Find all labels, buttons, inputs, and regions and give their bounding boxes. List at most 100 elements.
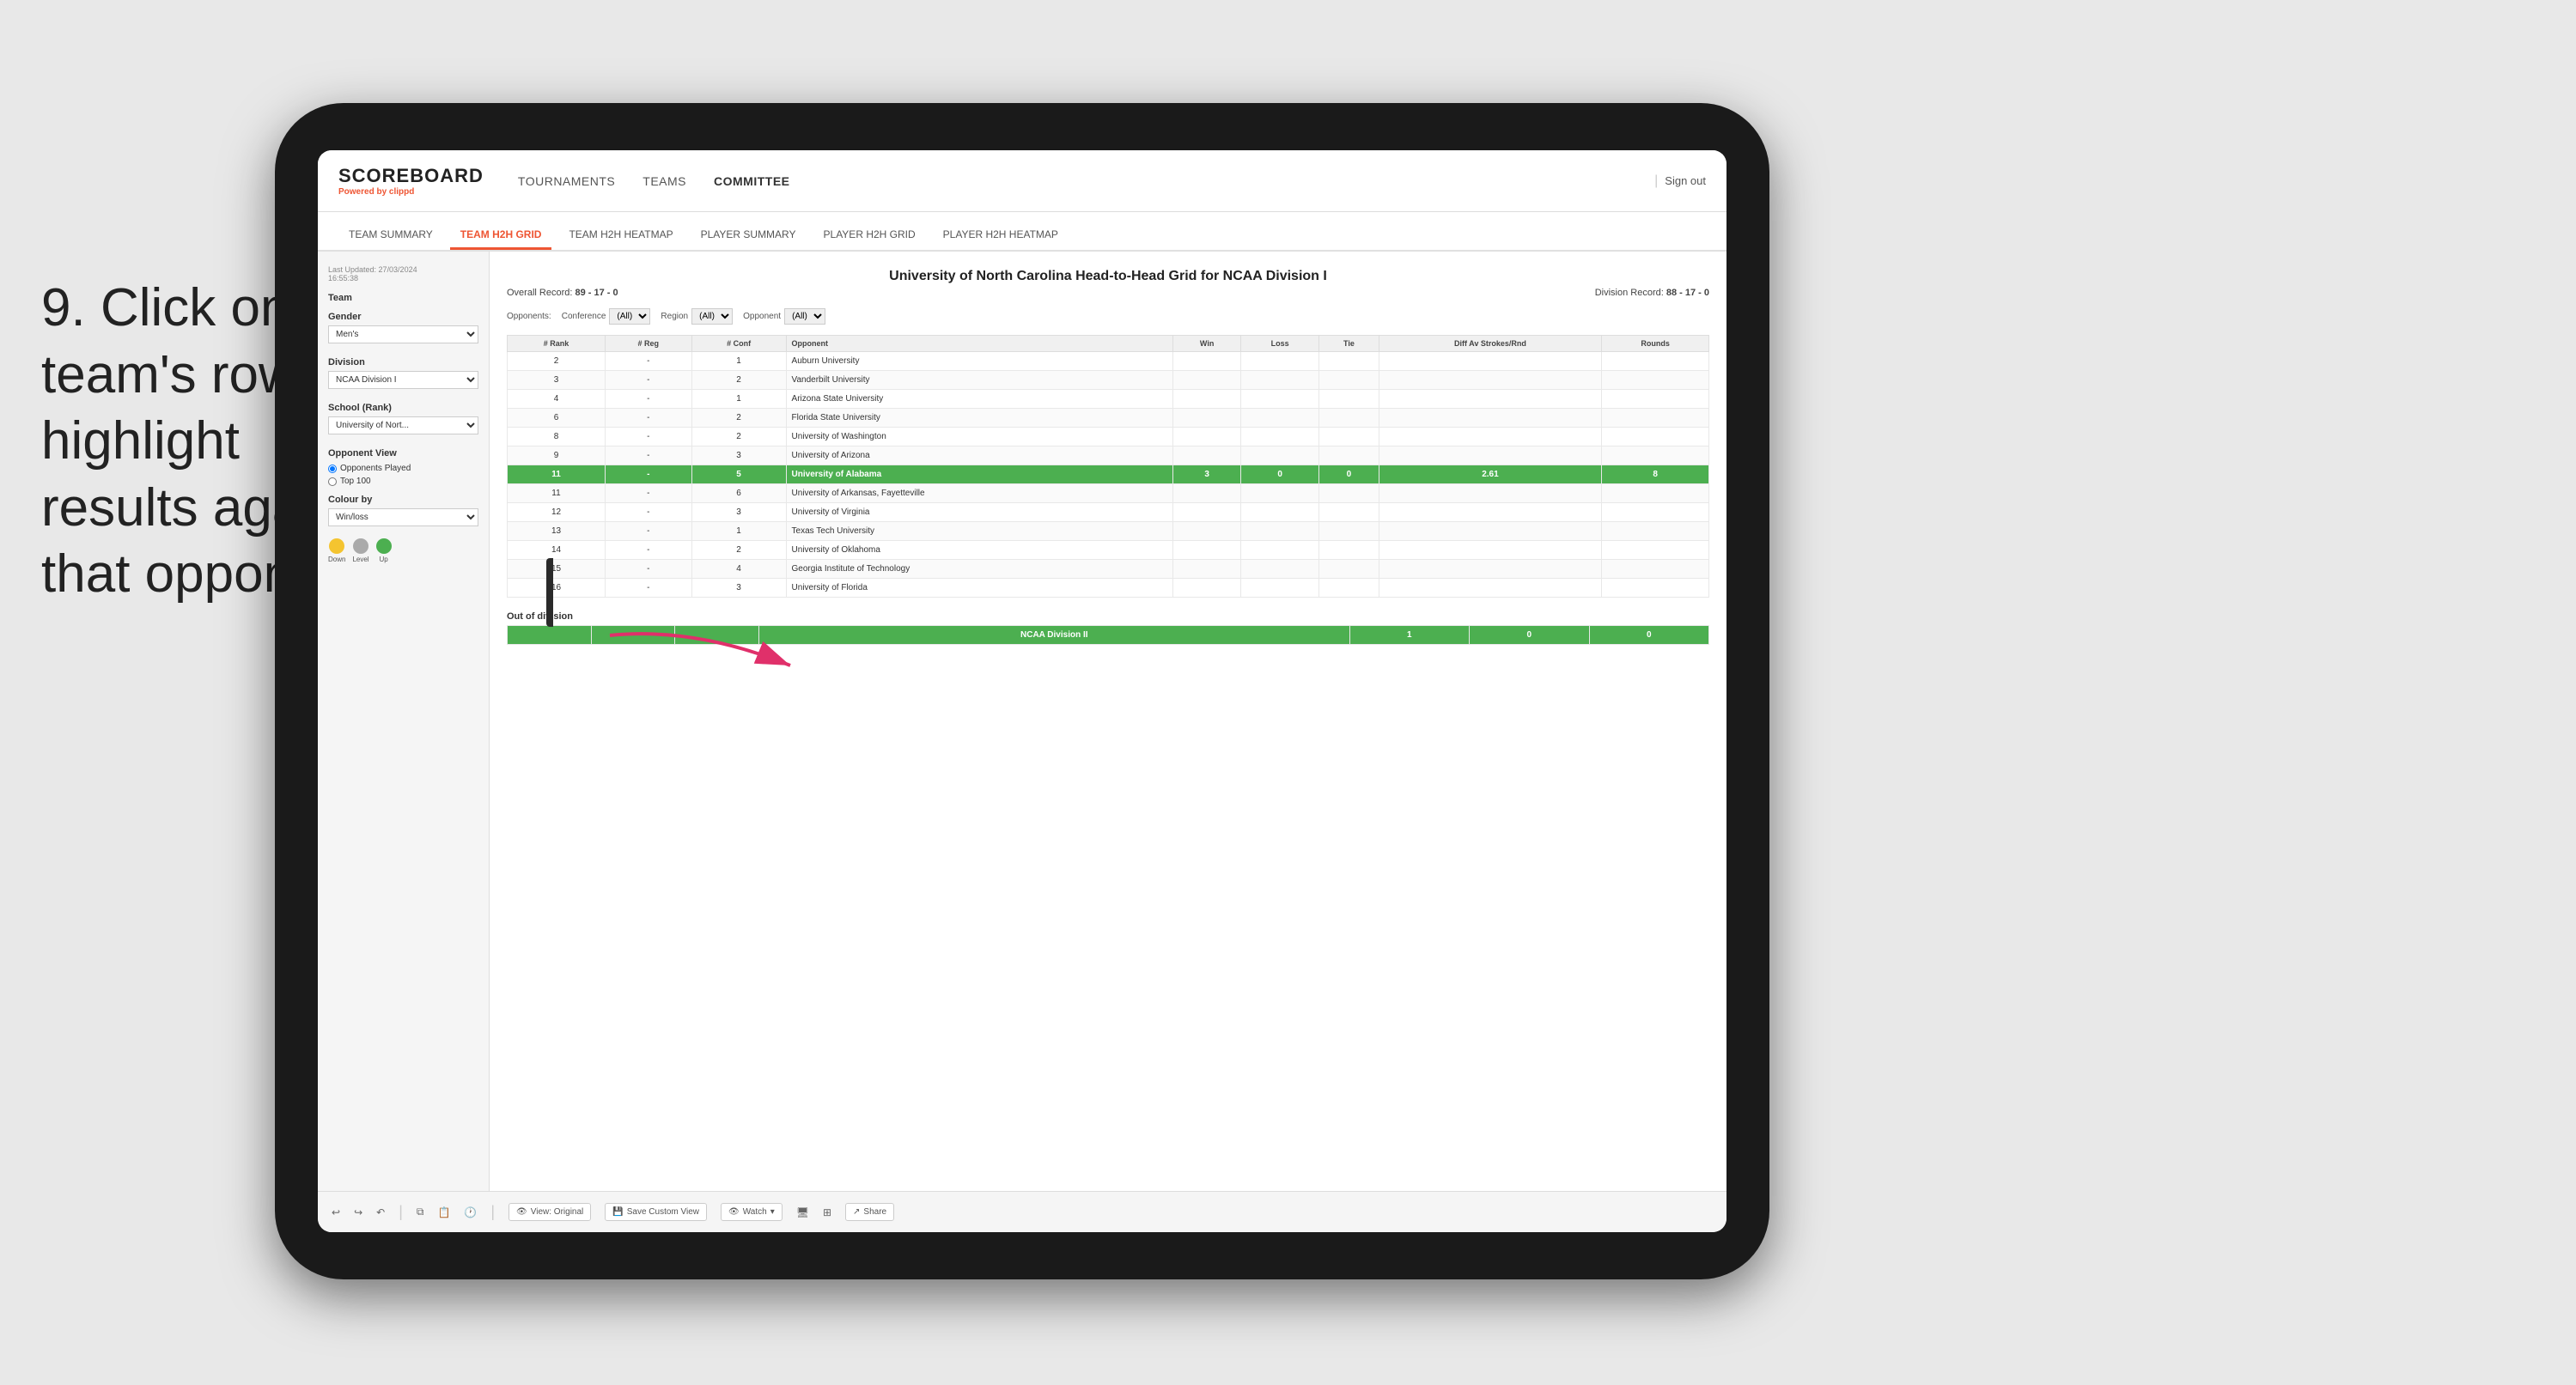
table-cell <box>1319 484 1379 503</box>
table-cell <box>1241 446 1319 465</box>
colour-by-select[interactable]: Win/loss <box>328 508 478 526</box>
colour-legend: Down Level Up <box>328 538 478 563</box>
region-filter: Region (All) <box>661 308 733 325</box>
radio-top100-input[interactable] <box>328 477 337 486</box>
school-select[interactable]: University of Nort... <box>328 416 478 434</box>
logo-powered-by: Powered by clippd <box>338 187 484 197</box>
table-cell: 3 <box>691 579 786 598</box>
nav-teams[interactable]: TEAMS <box>642 171 686 191</box>
table-cell <box>1602 522 1709 541</box>
out-of-division-row[interactable]: NCAA Division II 1 0 0 <box>508 626 1709 645</box>
radio-opponents-played[interactable]: Opponents Played <box>328 464 478 473</box>
table-cell <box>1173 503 1241 522</box>
instruction-number: 9. <box>41 278 86 337</box>
grid-icon[interactable]: ⊞ <box>823 1206 831 1218</box>
table-row[interactable]: 4-1Arizona State University <box>508 390 1709 409</box>
tab-team-summary[interactable]: TEAM SUMMARY <box>338 222 443 250</box>
opponents-label: Opponents: <box>507 312 551 321</box>
table-cell <box>1319 503 1379 522</box>
paste-icon[interactable]: 📋 <box>437 1206 450 1218</box>
logo-area: SCOREBOARD Powered by clippd <box>338 165 484 197</box>
clock-icon[interactable]: 🕐 <box>464 1206 477 1218</box>
redo-icon[interactable]: ↪ <box>354 1206 362 1218</box>
opponent-view-label: Opponent View <box>328 448 478 459</box>
watch-button[interactable]: 👁 Watch ▾ <box>721 1203 783 1221</box>
table-cell: University of Washington <box>786 428 1173 446</box>
conference-select[interactable]: (All) <box>609 308 650 325</box>
table-cell <box>1241 484 1319 503</box>
share-button[interactable]: ↗ Share <box>845 1203 894 1221</box>
sign-out-link[interactable]: Sign out <box>1665 174 1706 187</box>
col-diff: Diff Av Strokes/Rnd <box>1379 336 1602 352</box>
out-div-loss: NCAA Division II <box>758 626 1349 645</box>
table-row[interactable]: 3-2Vanderbilt University <box>508 371 1709 390</box>
logo-text: SCOREBOARD <box>338 165 484 186</box>
table-cell <box>1602 428 1709 446</box>
radio-top100[interactable]: Top 100 <box>328 477 478 486</box>
table-cell: 14 <box>508 541 606 560</box>
table-cell <box>1602 484 1709 503</box>
tab-player-summary[interactable]: PLAYER SUMMARY <box>691 222 807 250</box>
table-cell: - <box>606 503 692 522</box>
gender-select[interactable]: Men's <box>328 325 478 343</box>
view-original-button[interactable]: 👁 View: Original <box>509 1203 591 1221</box>
table-cell: - <box>606 390 692 409</box>
share-icon: ↗ <box>853 1207 860 1217</box>
table-row[interactable]: 11-6University of Arkansas, Fayetteville <box>508 484 1709 503</box>
tab-team-h2h-grid[interactable]: TEAM H2H GRID <box>450 222 552 250</box>
table-cell <box>1319 579 1379 598</box>
nav-committee[interactable]: COMMITTEE <box>714 171 790 191</box>
col-opponent: Opponent <box>786 336 1173 352</box>
table-cell: 15 <box>508 560 606 579</box>
main-content: Last Updated: 27/03/2024 16:55:38 Team G… <box>318 252 1726 1191</box>
table-row[interactable]: 9-3University of Arizona <box>508 446 1709 465</box>
nav-tournaments[interactable]: TOURNAMENTS <box>518 171 615 191</box>
table-cell: - <box>606 484 692 503</box>
table-row[interactable]: 11-5University of Alabama3002.618 <box>508 465 1709 484</box>
out-of-division-body: NCAA Division II 1 0 0 <box>508 626 1709 645</box>
table-header: # Rank # Reg # Conf Opponent Win Loss Ti… <box>508 336 1709 352</box>
table-cell <box>1602 371 1709 390</box>
bottom-toolbar: ↩ ↪ ↶ | ⧉ 📋 🕐 | 👁 View: Original 💾 Save … <box>318 1191 1726 1232</box>
table-cell <box>1319 541 1379 560</box>
tab-team-h2h-heatmap[interactable]: TEAM H2H HEATMAP <box>558 222 683 250</box>
tab-player-h2h-grid[interactable]: PLAYER H2H GRID <box>813 222 926 250</box>
division-select[interactable]: NCAA Division I <box>328 371 478 389</box>
table-row[interactable]: 14-2University of Oklahoma <box>508 541 1709 560</box>
region-select[interactable]: (All) <box>691 308 733 325</box>
table-row[interactable]: 6-2Florida State University <box>508 409 1709 428</box>
table-row[interactable]: 15-4Georgia Institute of Technology <box>508 560 1709 579</box>
grid-records: Overall Record: 89 - 17 - 0 Division Rec… <box>507 288 1709 298</box>
table-cell: - <box>606 352 692 371</box>
undo-icon[interactable]: ↩ <box>332 1206 340 1218</box>
table-row[interactable]: 16-3University of Florida <box>508 579 1709 598</box>
out-of-division-label: Out of division <box>507 611 1709 622</box>
tab-player-h2h-heatmap[interactable]: PLAYER H2H HEATMAP <box>933 222 1069 250</box>
table-cell: 3 <box>691 503 786 522</box>
radio-opponents-played-input[interactable] <box>328 465 337 473</box>
screen-icon[interactable]: 🖥 <box>796 1206 809 1218</box>
opponent-select[interactable]: (All) <box>784 308 825 325</box>
top-nav: SCOREBOARD Powered by clippd TOURNAMENTS… <box>318 150 1726 212</box>
overall-record: Overall Record: 89 - 17 - 0 <box>507 288 618 298</box>
table-cell: 2 <box>691 428 786 446</box>
table-cell <box>1173 390 1241 409</box>
table-row[interactable]: 13-1Texas Tech University <box>508 522 1709 541</box>
table-row[interactable]: 8-2University of Washington <box>508 428 1709 446</box>
gender-label: Gender <box>328 312 478 322</box>
back-icon[interactable]: ↶ <box>376 1206 385 1218</box>
copy-icon[interactable]: ⧉ <box>417 1206 424 1218</box>
save-custom-view-button[interactable]: 💾 Save Custom View <box>605 1203 707 1221</box>
out-of-division-table: NCAA Division II 1 0 0 <box>507 625 1709 645</box>
table-row[interactable]: 2-1Auburn University <box>508 352 1709 371</box>
legend-up: Up <box>376 538 392 563</box>
conference-filter: Conference (All) <box>562 308 651 325</box>
view-label: View: Original <box>531 1207 584 1217</box>
overall-record-value: 89 - 17 - 0 <box>575 288 618 298</box>
col-tie: Tie <box>1319 336 1379 352</box>
sidebar: Last Updated: 27/03/2024 16:55:38 Team G… <box>318 252 490 1191</box>
table-row[interactable]: 12-3University of Virginia <box>508 503 1709 522</box>
table-cell: Auburn University <box>786 352 1173 371</box>
table-cell <box>1241 371 1319 390</box>
col-rank: # Rank <box>508 336 606 352</box>
